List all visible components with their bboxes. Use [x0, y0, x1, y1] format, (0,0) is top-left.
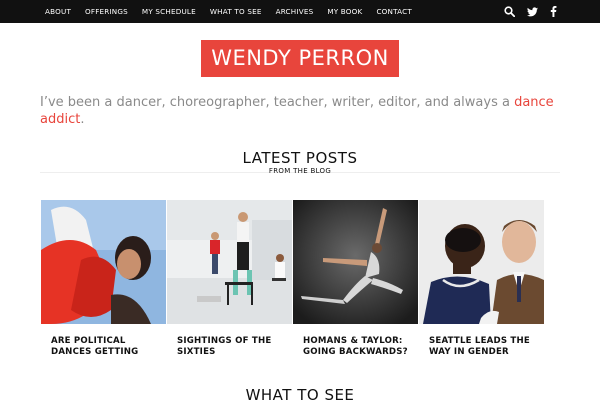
- nav-link-offerings[interactable]: OFFERINGS: [85, 7, 128, 16]
- nav-link-my-schedule[interactable]: MY SCHEDULE: [142, 7, 196, 16]
- nav-link-what-to-see[interactable]: WHAT TO SEE: [210, 7, 262, 16]
- post-thumbnail[interactable]: [167, 200, 292, 324]
- tagline-end: .: [80, 112, 85, 127]
- post-card[interactable]: HOMANS & TAYLOR: GOING BACKWARDS?: [293, 200, 418, 370]
- nav-link-my-book[interactable]: MY BOOK: [327, 7, 362, 16]
- site-logo[interactable]: WENDY PERRON: [201, 40, 399, 77]
- latest-posts-subheading: FROM THE BLOG: [268, 167, 332, 175]
- facebook-icon[interactable]: [550, 6, 557, 17]
- search-icon[interactable]: [504, 6, 515, 17]
- post-title[interactable]: SIGHTINGS OF THE SIXTIES: [177, 336, 289, 358]
- post-card[interactable]: SIGHTINGS OF THE SIXTIES: [167, 200, 292, 370]
- tagline-text: I’ve been a dancer, choreographer, teach…: [40, 95, 510, 110]
- latest-posts-grid: ARE POLITICAL DANCES GETTING SIGHTINGS O…: [41, 200, 545, 370]
- post-title[interactable]: ARE POLITICAL DANCES GETTING: [51, 336, 163, 358]
- post-title[interactable]: HOMANS & TAYLOR: GOING BACKWARDS?: [303, 336, 415, 358]
- nav-link-archives[interactable]: ARCHIVES: [276, 7, 314, 16]
- nav-link-about[interactable]: ABOUT: [45, 7, 71, 16]
- nav-links: ABOUT OFFERINGS MY SCHEDULE WHAT TO SEE …: [45, 0, 426, 23]
- nav-link-contact[interactable]: CONTACT: [376, 7, 411, 16]
- post-card[interactable]: SEATTLE LEADS THE WAY IN GENDER: [419, 200, 544, 370]
- post-thumbnail[interactable]: [419, 200, 544, 324]
- post-title[interactable]: SEATTLE LEADS THE WAY IN GENDER: [429, 336, 541, 358]
- twitter-icon[interactable]: [527, 6, 538, 17]
- post-thumbnail[interactable]: [41, 200, 166, 324]
- nav-icons: [504, 0, 557, 23]
- what-to-see-heading: WHAT TO SEE: [245, 386, 355, 400]
- post-thumbnail[interactable]: [293, 200, 418, 324]
- post-card[interactable]: ARE POLITICAL DANCES GETTING: [41, 200, 166, 370]
- site-tagline: I’ve been a dancer, choreographer, teach…: [40, 94, 570, 128]
- top-nav-bar: ABOUT OFFERINGS MY SCHEDULE WHAT TO SEE …: [0, 0, 600, 23]
- latest-posts-heading: LATEST POSTS: [242, 149, 358, 167]
